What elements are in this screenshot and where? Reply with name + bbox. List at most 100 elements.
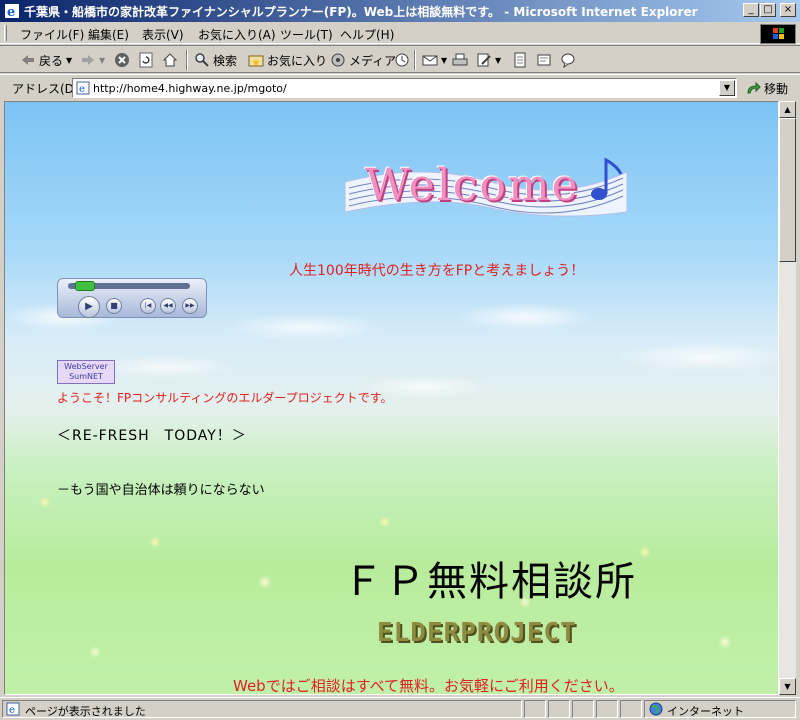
go-button[interactable]: 移動 [745, 80, 788, 97]
mail-icon [422, 55, 438, 66]
scroll-up-icon[interactable]: ▲ [779, 101, 796, 118]
edit-button[interactable]: ▼ [476, 51, 501, 69]
forward-dropdown-icon[interactable]: ▼ [99, 56, 105, 65]
go-arrow-icon [747, 81, 761, 93]
favorites-label: お気に入り [267, 53, 328, 68]
standard-toolbar: 戻る ▼ ▼ 検索 お気に入り メディア ▼ ▼ [0, 45, 800, 73]
menu-bar: ファイル(F) 編集(E) 表示(V) お気に入り(A) ツール(T) ヘルプ(… [0, 22, 800, 44]
vertical-scrollbar[interactable]: ▲ ▼ [779, 101, 796, 695]
refresh-heading: ＜RE-FRESH TODAY！＞ [57, 428, 247, 444]
edit-page-icon [477, 53, 491, 67]
printer-icon [452, 53, 468, 66]
globe-icon [649, 702, 663, 716]
maximize-button[interactable]: □ [760, 3, 776, 17]
forward-arrow-icon [82, 55, 94, 65]
fast-forward-button[interactable]: ▶▶ [182, 298, 198, 314]
print-button[interactable] [452, 51, 468, 69]
address-label: アドレス(D) [12, 82, 79, 96]
tagline: 人生100年時代の生き方をFPと考えましょう！ [289, 263, 585, 279]
scrolling-marquee: －もう国や自治体は頼りにならない [57, 483, 265, 498]
history-icon [395, 53, 409, 67]
status-bar: e ページが表示されました インターネット [0, 697, 800, 720]
stop-button[interactable] [114, 51, 130, 69]
messenger-icon [561, 53, 575, 68]
page-loaded-icon: e [6, 702, 20, 716]
stop-media-button[interactable]: ■ [106, 298, 122, 314]
status-pane [524, 700, 546, 718]
favorites-folder-icon [248, 55, 264, 67]
search-label: 検索 [213, 53, 238, 68]
free-consultation-notice: Webではご相談はすべて無料。お気軽にご利用ください。 [233, 677, 624, 695]
title-bar[interactable]: e 千葉県・船橋市の家計改革ファイナンシャルプランナー(FP)。Web上は相談無… [0, 0, 800, 22]
search-button[interactable]: 検索 [194, 51, 237, 69]
menu-help[interactable]: ヘルプ(H) [340, 26, 394, 43]
search-icon [195, 53, 209, 67]
refresh-button[interactable] [138, 51, 154, 69]
messenger-button[interactable] [560, 51, 576, 69]
media-button[interactable]: メディア [330, 51, 396, 69]
menu-grip[interactable] [4, 25, 7, 41]
status-pane [548, 700, 570, 718]
status-pane [596, 700, 618, 718]
page-title: ＦＰ無料相談所 [343, 559, 637, 605]
welcome-banner: Welcome [341, 152, 631, 224]
address-bar: アドレス(D) e ▼ 移動 [0, 74, 800, 100]
back-label: 戻る [39, 53, 64, 68]
menu-file[interactable]: ファイル(F) [20, 26, 84, 43]
mail-button[interactable]: ▼ [422, 51, 447, 69]
menu-edit[interactable]: 編集(E) [88, 26, 129, 43]
svg-text:e: e [79, 84, 85, 95]
webserver-badge-line1: WebServer [64, 362, 108, 371]
previous-button[interactable]: |◀ [140, 298, 156, 314]
minimize-button[interactable]: _ [743, 3, 759, 17]
svg-text:e: e [9, 705, 15, 716]
research-icon [537, 54, 551, 66]
webserver-badge[interactable]: WebServer SumNET [57, 360, 115, 384]
zone-pane: インターネット [644, 700, 796, 718]
forward-button[interactable]: ▼ [80, 51, 105, 69]
menu-favorites[interactable]: お気に入り(A) [198, 26, 276, 43]
welcome-text: Welcome [365, 160, 580, 211]
go-label: 移動 [764, 82, 789, 96]
webserver-badge-line2: SumNET [69, 372, 103, 381]
scroll-down-icon[interactable]: ▼ [779, 678, 796, 695]
toolbar-separator [186, 50, 188, 70]
toolbar-separator [414, 50, 416, 70]
window-title: 千葉県・船橋市の家計改革ファイナンシャルプランナー(FP)。Web上は相談無料で… [24, 5, 698, 19]
zone-text: インターネット [667, 705, 744, 718]
refresh-icon [139, 52, 153, 68]
mail-dropdown-icon[interactable]: ▼ [441, 56, 447, 65]
home-button[interactable] [162, 51, 178, 69]
media-label: メディア [349, 53, 397, 68]
discuss-button[interactable] [512, 51, 528, 69]
media-icon [331, 53, 345, 67]
research-button[interactable] [536, 51, 552, 69]
page-viewport[interactable]: Welcome 人生100年時代の生き方をFPと考えましょう！ ▶ ■ |◀ ◀… [4, 101, 779, 695]
edit-dropdown-icon[interactable]: ▼ [495, 56, 501, 65]
page-icon: e [76, 81, 90, 95]
windows-logo-icon [760, 24, 796, 44]
seek-thumb[interactable] [75, 281, 95, 291]
rewind-button[interactable]: ◀◀ [160, 298, 176, 314]
status-text: ページが表示されました [25, 705, 146, 718]
status-main-pane: e ページが表示されました [2, 700, 522, 718]
back-arrow-icon [22, 55, 34, 65]
url-input[interactable] [93, 81, 713, 96]
address-dropdown-icon[interactable]: ▼ [719, 80, 735, 96]
favorites-button[interactable]: お気に入り [248, 51, 327, 69]
back-dropdown-icon[interactable]: ▼ [66, 56, 72, 65]
back-button[interactable]: 戻る ▼ [20, 51, 72, 69]
stop-icon [115, 53, 129, 67]
history-button[interactable] [394, 51, 410, 69]
media-player[interactable]: ▶ ■ |◀ ◀◀ ▶▶ [57, 278, 207, 318]
document-icon [514, 52, 526, 68]
status-pane [572, 700, 594, 718]
menu-view[interactable]: 表示(V) [142, 26, 184, 43]
menu-tools[interactable]: ツール(T) [280, 26, 333, 43]
status-pane [620, 700, 642, 718]
scrollbar-thumb[interactable] [779, 118, 796, 262]
address-field[interactable]: e ▼ [72, 78, 737, 98]
play-button[interactable]: ▶ [78, 296, 100, 318]
svg-text:e: e [7, 5, 15, 19]
close-button[interactable]: × [780, 3, 796, 17]
